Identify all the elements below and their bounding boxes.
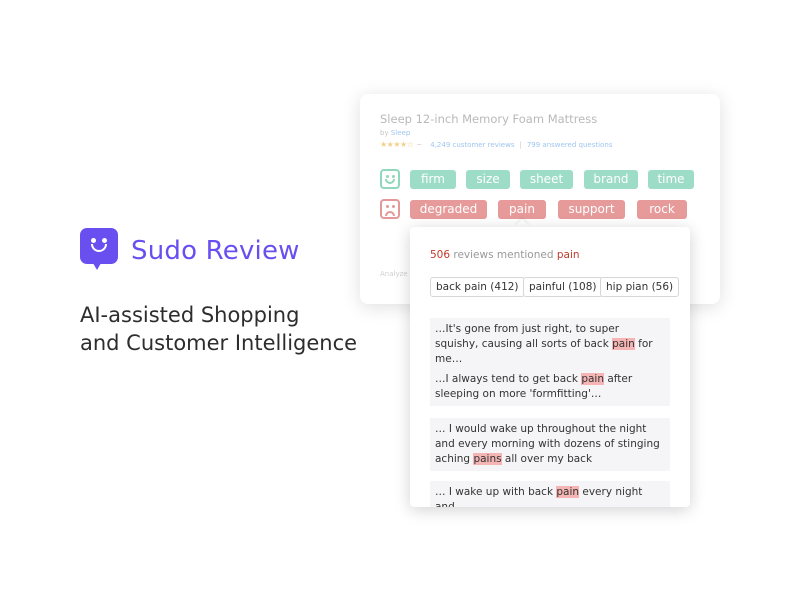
review-snippet[interactable]: …It's gone from just right, to super squ… (430, 318, 670, 371)
review-snippet[interactable]: … I wake up with back pain every night a… (430, 481, 670, 507)
questions-link[interactable]: 799 answered questions (527, 141, 613, 149)
brand: Sudo Review (80, 228, 300, 274)
phrase-chip[interactable]: painful (108) (523, 277, 603, 297)
positive-tag[interactable]: sheet (520, 170, 573, 189)
review-snippet[interactable]: …I always tend to get back pain after sl… (430, 368, 670, 406)
product-title[interactable]: Sleep 12-inch Memory Foam Mattress (380, 112, 597, 126)
negative-tag[interactable]: support (558, 200, 625, 219)
positive-tag[interactable]: firm (410, 170, 456, 189)
snippet-text: …It's gone from just right, to super squ… (435, 323, 620, 350)
review-snippet[interactable]: … I would wake up throughout the night a… (430, 418, 670, 471)
by-line: by Sleep (380, 129, 410, 137)
negative-tag[interactable]: rock (637, 200, 687, 219)
phrase-chip[interactable]: hip pian (56) (600, 277, 680, 297)
mention-keyword: pain (556, 249, 580, 261)
mention-summary: 506 reviews mentioned pain (430, 249, 580, 261)
positive-tag[interactable]: size (466, 170, 510, 189)
separator: | (519, 140, 522, 149)
snippet-text: …I always tend to get back (435, 373, 582, 385)
snippet-highlight: pains (473, 453, 502, 465)
phrase-chip[interactable]: back pain (412) (430, 277, 525, 297)
negative-tag-selected[interactable]: pain (498, 200, 546, 219)
mention-text: reviews mentioned (450, 249, 557, 261)
by-prefix: by (380, 129, 389, 137)
tagline-line-1: AI-assisted Shopping (80, 303, 300, 327)
tagline-line-2: and Customer Intelligence (80, 331, 358, 355)
chat-bubble-smile-icon (80, 228, 118, 274)
happy-face-icon (380, 169, 400, 189)
snippet-text: all over my back (501, 453, 593, 465)
mention-popup: 506 reviews mentioned pain back pain (41… (410, 227, 690, 507)
brand-link[interactable]: Sleep (391, 129, 410, 137)
reviews-link[interactable]: 4,249 customer reviews (430, 141, 514, 149)
rating-line: ★★★★☆ ~ 4,249 customer reviews | 799 ans… (380, 140, 612, 149)
analyze-label: Analyze (380, 270, 408, 278)
star-dropdown[interactable]: ~ (416, 141, 422, 149)
snippet-highlight: pain (612, 338, 635, 350)
sad-face-icon (380, 199, 400, 219)
snippet-highlight: pain (556, 486, 580, 498)
positive-tag[interactable]: time (648, 170, 694, 189)
snippet-highlight: pain (581, 373, 604, 385)
popup-pointer (514, 219, 530, 227)
mention-count: 506 (430, 249, 451, 261)
brand-name: Sudo Review (131, 236, 300, 266)
snippet-text: … I wake up with back (435, 486, 557, 498)
tagline: AI-assisted Shopping and Customer Intell… (80, 301, 357, 357)
star-rating-icon: ★★★★☆ (380, 140, 414, 149)
positive-tag[interactable]: brand (584, 170, 638, 189)
negative-tag[interactable]: degraded (410, 200, 487, 219)
